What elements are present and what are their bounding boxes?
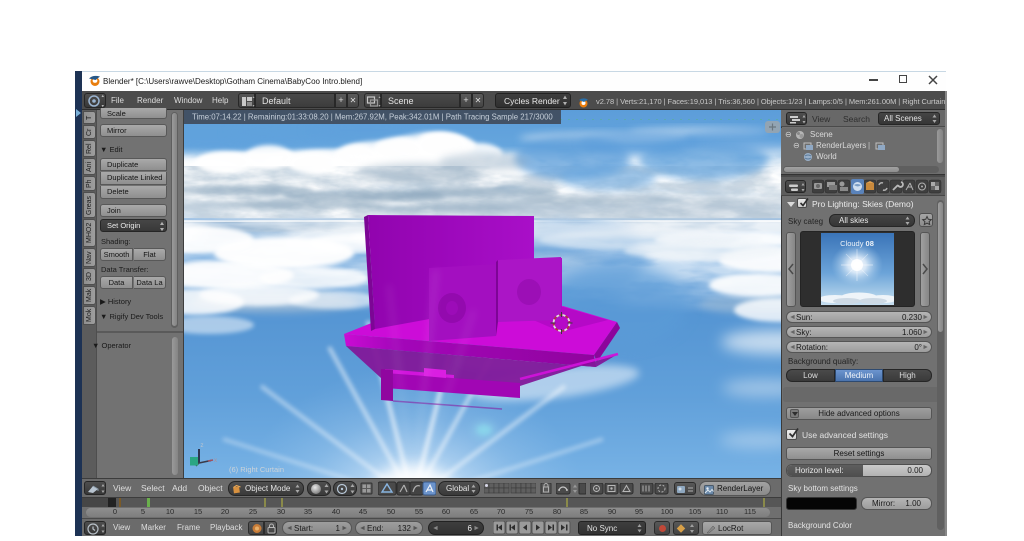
svg-text:Cloudy 08: Cloudy 08: [840, 239, 874, 248]
svg-text:x: x: [214, 458, 217, 464]
svg-text:Time:07:14.22 | Remaining:01:3: Time:07:14.22 | Remaining:01:33:08.20 | …: [192, 113, 553, 122]
svg-text:(6) Right Curtain: (6) Right Curtain: [229, 465, 284, 474]
svg-text:z: z: [201, 443, 204, 449]
